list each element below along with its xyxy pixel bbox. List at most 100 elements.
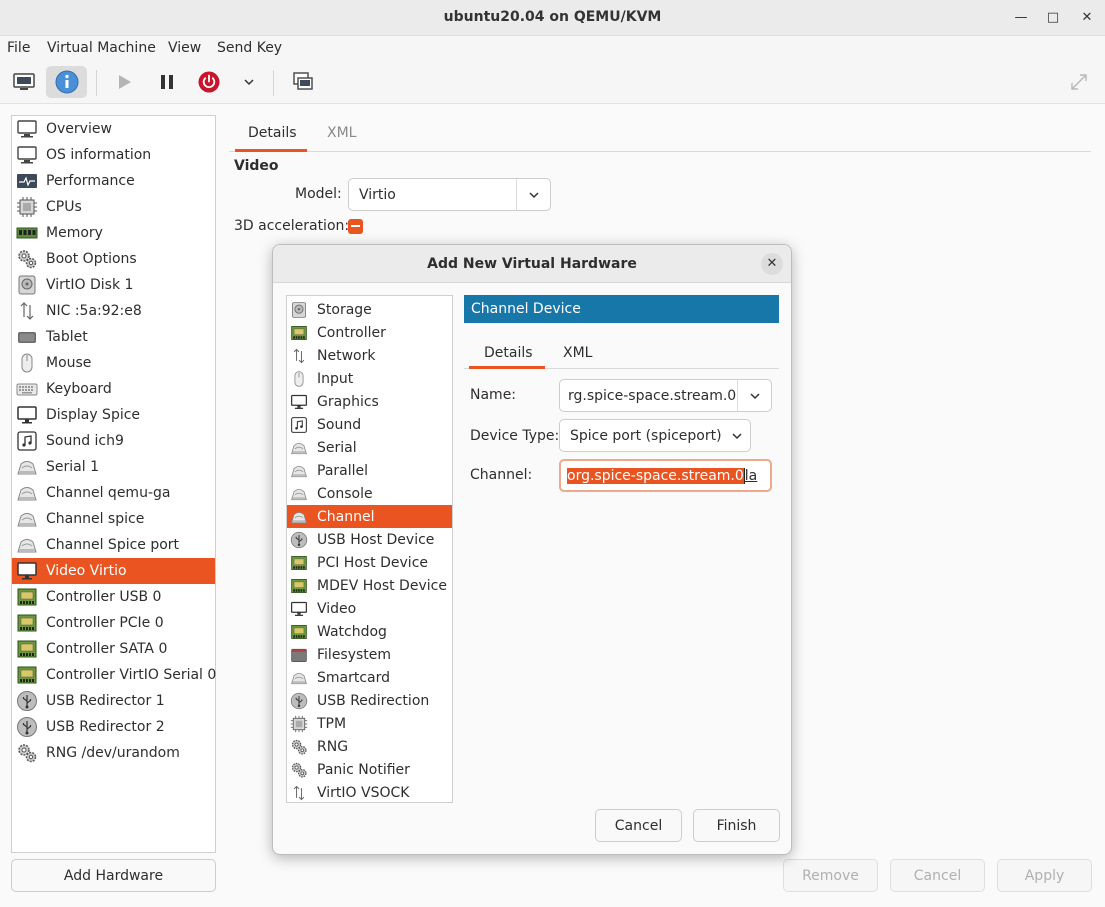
chevron-down-icon	[516, 179, 550, 210]
snapshots-button[interactable]	[287, 66, 319, 98]
device-type-item[interactable]: Channel	[287, 505, 452, 528]
tab-details[interactable]: Details	[248, 125, 297, 141]
serial-icon	[16, 508, 38, 530]
mouse-icon	[16, 352, 38, 374]
hardware-list-item[interactable]: Memory	[12, 220, 215, 246]
fullscreen-icon	[1071, 74, 1087, 90]
dialog-cancel-button[interactable]: Cancel	[595, 809, 682, 842]
device-type-item[interactable]: PCI Host Device	[287, 551, 452, 574]
device-type-item[interactable]: RNG	[287, 735, 452, 758]
sound-icon	[16, 430, 38, 452]
hardware-list-item-label: RNG /dev/urandom	[46, 745, 180, 761]
maximize-icon[interactable]: □	[1043, 8, 1063, 28]
menu-send-key[interactable]: Send Key	[217, 40, 282, 56]
device-type-item[interactable]: Graphics	[287, 390, 452, 413]
model-combo[interactable]: Virtio	[348, 178, 551, 211]
device-type-item[interactable]: Console	[287, 482, 452, 505]
device-type-combo[interactable]: Spice port (spiceport)	[559, 419, 751, 452]
hardware-list-item[interactable]: Performance	[12, 168, 215, 194]
device-type-item[interactable]: Storage	[287, 298, 452, 321]
hardware-list-item-label: Performance	[46, 173, 135, 189]
device-type-item[interactable]: Watchdog	[287, 620, 452, 643]
shutdown-menu-button[interactable]	[235, 66, 263, 98]
hardware-list-item[interactable]: Overview	[12, 116, 215, 142]
hardware-list-item[interactable]: Controller PCIe 0	[12, 610, 215, 636]
controller-icon	[290, 324, 308, 342]
device-type-item-label: Serial	[317, 439, 357, 456]
toolbar	[0, 62, 1105, 104]
hardware-list-item-label: Mouse	[46, 355, 92, 371]
device-type-item[interactable]: VirtIO VSOCK	[287, 781, 452, 804]
dialog-tab-details[interactable]: Details	[484, 345, 533, 361]
console-view-button[interactable]	[8, 66, 40, 98]
hardware-list-item[interactable]: RNG /dev/urandom	[12, 740, 215, 766]
shutdown-button[interactable]	[193, 66, 225, 98]
device-type-item[interactable]: Parallel	[287, 459, 452, 482]
serial-icon	[290, 485, 308, 503]
remove-button[interactable]: Remove	[783, 859, 878, 892]
dialog-close-button[interactable]: ✕	[761, 253, 783, 275]
menu-file[interactable]: File	[7, 40, 30, 56]
3d-acceleration-checkbox[interactable]	[348, 219, 363, 234]
hardware-list-item[interactable]: NIC :5a:92:e8	[12, 298, 215, 324]
device-type-item[interactable]: Controller	[287, 321, 452, 344]
menu-virtual-machine[interactable]: Virtual Machine	[47, 40, 156, 56]
device-type-item-label: Input	[317, 370, 354, 387]
device-type-item[interactable]: MDEV Host Device	[287, 574, 452, 597]
hardware-list-item[interactable]: CPUs	[12, 194, 215, 220]
hardware-list-item[interactable]: Boot Options	[12, 246, 215, 272]
minimize-icon[interactable]: —	[1011, 8, 1031, 28]
device-type-item[interactable]: Input	[287, 367, 452, 390]
hardware-list-item[interactable]: Video Virtio	[12, 558, 215, 584]
hardware-list-item[interactable]: Serial 1	[12, 454, 215, 480]
hardware-list-item[interactable]: USB Redirector 2	[12, 714, 215, 740]
gear-icon	[16, 248, 38, 270]
dialog-tab-xml[interactable]: XML	[563, 345, 592, 361]
hardware-list-item[interactable]: Tablet	[12, 324, 215, 350]
close-icon[interactable]: ✕	[1077, 8, 1097, 28]
hardware-list-item[interactable]: Channel Spice port	[12, 532, 215, 558]
tab-xml[interactable]: XML	[327, 125, 356, 141]
serial-icon	[290, 439, 308, 457]
device-type-item[interactable]: Panic Notifier	[287, 758, 452, 781]
hardware-list-item[interactable]: Display Spice	[12, 402, 215, 428]
hardware-list-item[interactable]: Controller SATA 0	[12, 636, 215, 662]
hardware-list-item[interactable]: USB Redirector 1	[12, 688, 215, 714]
device-type-item[interactable]: Smartcard	[287, 666, 452, 689]
channel-input[interactable]: org.spice-space.stream.0 la	[559, 459, 772, 492]
hardware-list-item[interactable]: VirtIO Disk 1	[12, 272, 215, 298]
device-type-item[interactable]: Sound	[287, 413, 452, 436]
play-icon	[119, 75, 131, 89]
pause-button[interactable]	[151, 66, 183, 98]
finish-button[interactable]: Finish	[693, 809, 780, 842]
hardware-list-item[interactable]: Mouse	[12, 350, 215, 376]
device-type-item-label: Video	[317, 600, 357, 617]
run-button[interactable]	[108, 66, 140, 98]
cancel-button[interactable]: Cancel	[890, 859, 985, 892]
name-combo[interactable]: rg.spice-space.stream.0	[559, 379, 772, 412]
device-type-item[interactable]: Network	[287, 344, 452, 367]
apply-button[interactable]: Apply	[997, 859, 1092, 892]
add-hardware-button[interactable]: Add Hardware	[11, 859, 216, 892]
device-type-item-label: USB Host Device	[317, 531, 435, 548]
device-type-item[interactable]: Video	[287, 597, 452, 620]
menu-view[interactable]: View	[168, 40, 201, 56]
device-type-item[interactable]: USB Redirection	[287, 689, 452, 712]
hardware-list-item[interactable]: Sound ich9	[12, 428, 215, 454]
hardware-list-item[interactable]: Keyboard	[12, 376, 215, 402]
hardware-list-item[interactable]: OS information	[12, 142, 215, 168]
hardware-list-item[interactable]: Channel qemu-ga	[12, 480, 215, 506]
device-type-item-label: Sound	[317, 416, 362, 433]
device-type-item[interactable]: Filesystem	[287, 643, 452, 666]
device-type-item-label: RNG	[317, 738, 349, 755]
hardware-list-item[interactable]: Controller USB 0	[12, 584, 215, 610]
details-view-button[interactable]	[46, 66, 87, 98]
device-type-item[interactable]: TPM	[287, 712, 452, 735]
snapshot-icon	[293, 72, 313, 90]
hardware-list-item[interactable]: Controller VirtIO Serial 0	[12, 662, 216, 688]
window-title: ubuntu20.04 on QEMU/KVM	[443, 9, 662, 25]
hardware-list-item[interactable]: Channel spice	[12, 506, 215, 532]
device-type-item[interactable]: USB Host Device	[287, 528, 452, 551]
fullscreen-button[interactable]	[1064, 66, 1094, 98]
device-type-item[interactable]: Serial	[287, 436, 452, 459]
